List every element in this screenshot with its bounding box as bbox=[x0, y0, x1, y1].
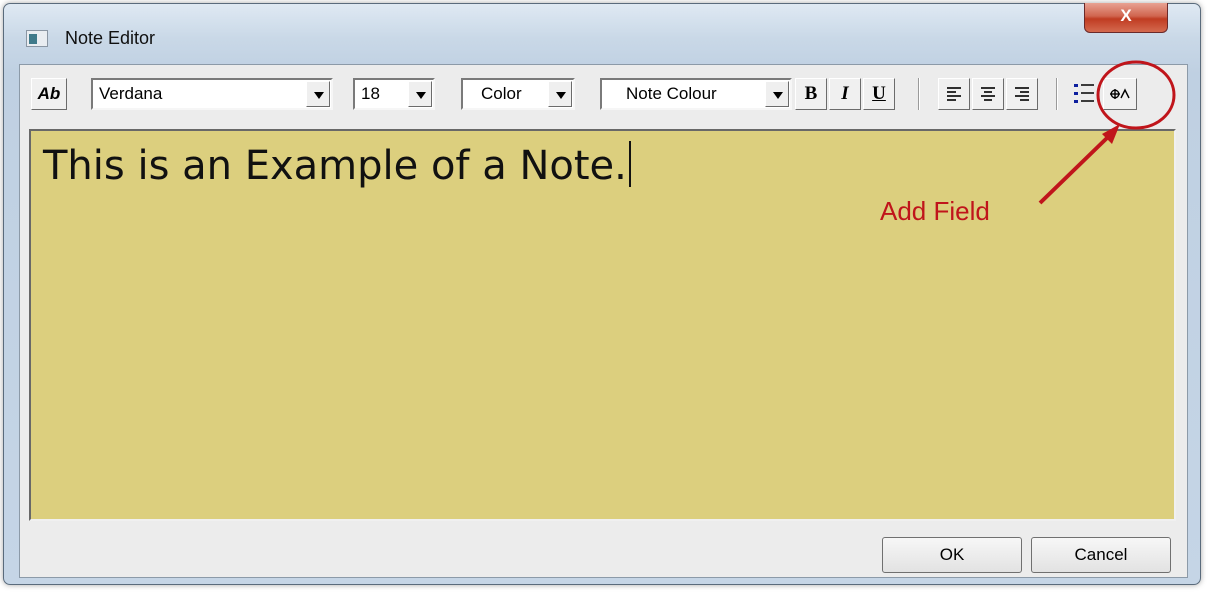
add-field-annotation: Add Field bbox=[880, 196, 990, 226]
highlight-circle bbox=[1096, 60, 1176, 130]
annotation-overlay bbox=[1038, 60, 1176, 205]
annotation-arrow-line bbox=[1038, 135, 1110, 205]
